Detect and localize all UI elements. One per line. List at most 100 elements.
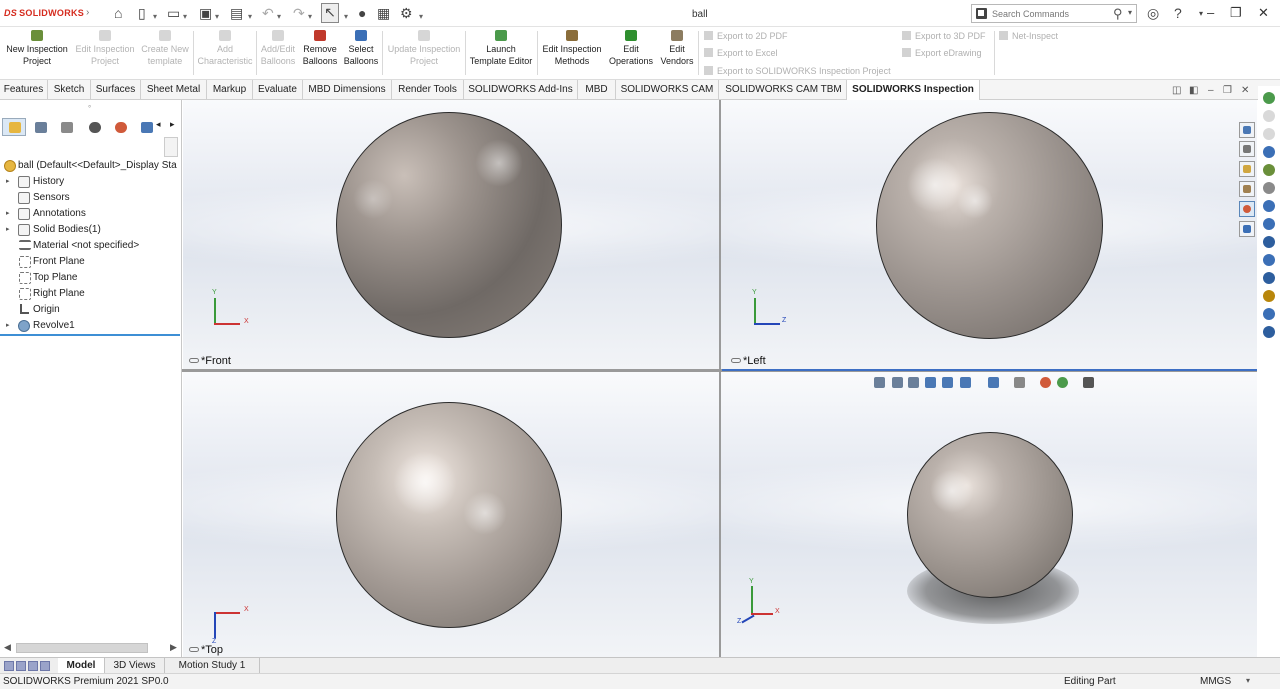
panel-scroll-handle[interactable] <box>164 137 178 157</box>
tab-solidworks-inspection[interactable]: SOLIDWORKS Inspection <box>847 80 980 101</box>
expand-arrow-icon[interactable]: ▸ <box>6 177 10 185</box>
unit-system[interactable]: MMGS <box>1200 676 1231 687</box>
search-dropdown-icon[interactable]: ▾ <box>1128 8 1132 17</box>
section-view-icon[interactable] <box>925 377 936 388</box>
export-edrawing-button[interactable]: Export eDrawing <box>902 48 982 58</box>
dimxpert-manager-tab[interactable] <box>82 118 106 136</box>
previous-view-icon[interactable] <box>908 377 919 388</box>
ball-model-isometric[interactable] <box>907 432 1073 598</box>
minimize-icon[interactable]: – <box>1207 5 1214 20</box>
viewport-split-icon[interactable]: ◧ <box>1189 85 1198 96</box>
tab-solidworks-cam[interactable]: SOLIDWORKS CAM <box>616 80 719 100</box>
view-settings-icon[interactable] <box>1083 377 1094 388</box>
tree-item-origin[interactable]: Origin <box>0 302 182 318</box>
viewport-isometric[interactable]: Y X Z <box>721 372 1257 657</box>
tab-surfaces[interactable]: Surfaces <box>91 80 141 100</box>
tab-model[interactable]: Model <box>58 658 105 673</box>
tree-item-material[interactable]: Material <not specified> <box>0 238 182 254</box>
edit-inspection-methods-button[interactable]: Edit Inspection Methods <box>539 30 605 74</box>
scroll-left-icon[interactable]: ◀ <box>4 642 11 653</box>
tab-solidworks-cam-tbm[interactable]: SOLIDWORKS CAM TBM <box>721 80 847 100</box>
tree-item-sensors[interactable]: Sensors <box>0 190 182 206</box>
toolbar-measure-icon[interactable] <box>1263 146 1275 158</box>
open-folder-icon[interactable]: ▭ <box>167 5 180 21</box>
feature-tree-hscrollbar[interactable]: ◀ ▶ <box>4 642 177 654</box>
expand-arrow-icon[interactable]: ▸ <box>6 225 10 233</box>
viewport-close-icon[interactable]: ✕ <box>1241 85 1249 96</box>
configuration-manager-tab[interactable] <box>54 118 78 136</box>
update-inspection-project-button[interactable]: Update Inspection Project <box>385 30 463 74</box>
tab-mbd-dimensions[interactable]: MBD Dimensions <box>303 80 392 100</box>
remove-balloons-button[interactable]: Remove Balloons <box>300 30 340 74</box>
toolbar-camera-icon[interactable] <box>1263 308 1275 320</box>
tree-item-front-plane[interactable]: Front Plane <box>0 254 182 270</box>
tab-sheet-metal[interactable]: Sheet Metal <box>141 80 207 100</box>
edit-inspection-project-button[interactable]: Edit Inspection Project <box>73 30 137 74</box>
viewport-top[interactable]: X Z *Top <box>183 372 719 657</box>
undo-icon[interactable]: ↶ <box>262 5 274 21</box>
redo-icon[interactable]: ↷ <box>293 5 305 21</box>
viewport-pin-icon[interactable]: ◫ <box>1172 85 1181 96</box>
ball-model-left[interactable] <box>876 112 1103 339</box>
tree-item-right-plane[interactable]: Right Plane <box>0 286 182 302</box>
select-balloons-button[interactable]: Select Balloons <box>342 30 380 74</box>
toolbar-section-icon[interactable] <box>1263 200 1275 212</box>
tab-solidworks-add-ins[interactable]: SOLIDWORKS Add-Ins <box>464 80 578 100</box>
expand-arrow-icon[interactable]: ▸ <box>6 209 10 217</box>
rollback-bar[interactable] <box>0 334 180 336</box>
file-explorer-tab[interactable] <box>1239 161 1255 177</box>
close-icon[interactable]: ✕ <box>1258 5 1269 21</box>
restore-icon[interactable]: ❐ <box>1230 5 1242 21</box>
add-edit-balloons-button[interactable]: Add/Edit Balloons <box>258 30 298 74</box>
units-dropdown-icon[interactable]: ▾ <box>1246 676 1250 685</box>
toolbar-lights-icon[interactable] <box>1263 290 1275 302</box>
tab-scroll-right-icon[interactable]: ▸ <box>166 118 178 136</box>
last-tab-icon[interactable] <box>40 661 50 671</box>
undo-dropdown-icon[interactable]: ▾ <box>277 9 281 25</box>
search-icon[interactable]: ⚲ <box>1113 6 1123 22</box>
rebuild-icon[interactable]: ▦ <box>377 5 390 21</box>
viewport-vertical-splitter[interactable] <box>719 100 721 657</box>
viewport-left[interactable]: Y Z *Left <box>721 100 1257 369</box>
feature-manager-tab[interactable] <box>2 118 26 136</box>
prev-tab-icon[interactable] <box>16 661 26 671</box>
view-orientation-icon[interactable] <box>960 377 971 388</box>
export-3d-pdf-button[interactable]: Export to 3D PDF <box>902 31 986 41</box>
select-dropdown-icon[interactable]: ▾ <box>344 9 348 25</box>
appearances-tab[interactable] <box>1239 201 1255 217</box>
property-manager-tab[interactable] <box>28 118 52 136</box>
redo-dropdown-icon[interactable]: ▾ <box>308 9 312 25</box>
tab-3d-views[interactable]: 3D Views <box>105 658 165 673</box>
tab-mbd[interactable]: MBD <box>578 80 616 100</box>
solidworks-resources-tab[interactable] <box>1239 122 1255 138</box>
toolbar-view-icon[interactable] <box>1263 218 1275 230</box>
tab-sketch[interactable]: Sketch <box>48 80 91 100</box>
save-dropdown-icon[interactable]: ▾ <box>215 9 219 25</box>
viewport-horizontal-splitter[interactable] <box>182 369 1257 372</box>
toolbar-mass-icon[interactable] <box>1263 182 1275 194</box>
new-inspection-project-button[interactable]: New Inspection Project <box>4 30 70 74</box>
viewport-front[interactable]: Y X *Front <box>183 100 719 369</box>
tree-item-top-plane[interactable]: Top Plane <box>0 270 182 286</box>
toolbar-decal-icon[interactable] <box>1263 326 1275 338</box>
options-dropdown-icon[interactable]: ▾ <box>419 9 423 25</box>
tab-evaluate[interactable]: Evaluate <box>253 80 303 100</box>
tree-item-annotations[interactable]: ▸ Annotations <box>0 206 182 222</box>
toolbar-scene-icon[interactable] <box>1263 272 1275 284</box>
dynamic-annotation-icon[interactable] <box>942 377 953 388</box>
add-characteristic-button[interactable]: Add Characteristic <box>196 30 254 74</box>
help-dropdown-icon[interactable]: ▾ <box>1199 9 1203 18</box>
tree-root-part[interactable]: ball (Default<<Default>_Display Sta <box>0 158 182 174</box>
viewport-restore-icon[interactable]: ❐ <box>1223 85 1232 96</box>
display-style-icon[interactable] <box>988 377 999 388</box>
pin-icon[interactable] <box>731 358 741 363</box>
viewport-minimize-icon[interactable]: – <box>1208 85 1214 96</box>
zoom-to-area-icon[interactable] <box>892 377 903 388</box>
apply-scene-icon[interactable] <box>1057 377 1068 388</box>
search-commands-input[interactable]: Search Commands ⚲ ▾ <box>971 4 1137 23</box>
print-dropdown-icon[interactable]: ▾ <box>248 9 252 25</box>
export-excel-button[interactable]: Export to Excel <box>704 48 778 58</box>
launch-template-editor-button[interactable]: Launch Template Editor <box>467 30 535 74</box>
panel-grip-icon[interactable]: ° <box>88 104 91 113</box>
select-arrow-icon[interactable]: ↖ <box>321 3 339 23</box>
